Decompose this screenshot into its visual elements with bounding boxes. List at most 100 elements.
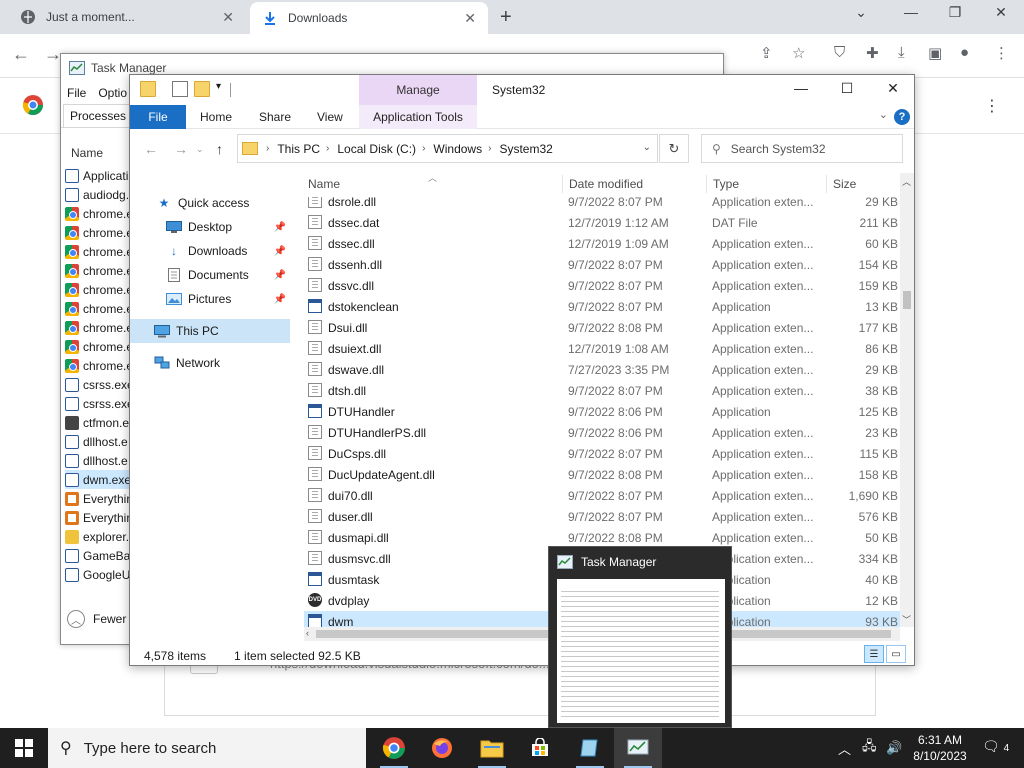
- minimize-button[interactable]: —: [896, 4, 926, 20]
- process-row[interactable]: ctfmon.e: [65, 413, 135, 432]
- nav-item-this-pc[interactable]: This PC: [130, 319, 290, 343]
- ribbon-tab-application-tools[interactable]: Application Tools: [359, 105, 477, 129]
- process-row[interactable]: chrome.e: [65, 337, 135, 356]
- menu-options[interactable]: Optio: [98, 86, 127, 100]
- column-name[interactable]: Name: [308, 177, 340, 191]
- address-bar[interactable]: › This PC › Local Disk (C:) › Windows › …: [237, 134, 658, 163]
- back-icon[interactable]: ←: [144, 141, 158, 157]
- pin-icon[interactable]: 📌: [274, 270, 286, 281]
- taskbar-search-input[interactable]: ⚲ Type here to search: [48, 728, 366, 768]
- taskbar-chrome[interactable]: [370, 728, 418, 768]
- network-icon[interactable]: 🖧: [862, 728, 877, 768]
- process-row[interactable]: chrome.e: [65, 261, 135, 280]
- file-row[interactable]: dstokenclean 9/7/2022 8:07 PM Application 1…: [304, 296, 900, 317]
- close-button[interactable]: ✕: [878, 80, 908, 97]
- file-row[interactable]: DucUpdateAgent.dll 9/7/2022 8:08 PM Applic…: [304, 464, 900, 485]
- notification-center[interactable]: 🗨 4: [982, 738, 1009, 755]
- chevron-down-icon[interactable]: ⌄: [643, 142, 651, 153]
- process-row[interactable]: Everythir: [65, 489, 135, 508]
- breadcrumb-local-disk[interactable]: Local Disk (C:): [337, 142, 416, 156]
- chevron-right-icon[interactable]: ›: [422, 143, 425, 154]
- browser-tab-just-a-moment[interactable]: Just a moment... ✕: [8, 0, 246, 34]
- menu-icon[interactable]: ⋮: [994, 44, 1009, 62]
- extensions-icon[interactable]: ✚: [866, 44, 879, 62]
- process-row[interactable]: chrome.e: [65, 299, 135, 318]
- file-row[interactable]: dssec.dat 12/7/2019 1:12 AM DAT File 211 KB: [304, 212, 900, 233]
- search-input[interactable]: ⚲ Search System32: [701, 134, 903, 163]
- show-hidden-icons[interactable]: ︿: [838, 728, 851, 768]
- details-view-icon[interactable]: ☰: [864, 645, 884, 663]
- tab-processes[interactable]: Processes: [63, 104, 134, 127]
- file-row[interactable]: dssec.dll 12/7/2019 1:09 AM Application ex…: [304, 233, 900, 254]
- scrollbar-thumb[interactable]: [903, 291, 911, 309]
- properties-icon[interactable]: [172, 81, 188, 97]
- large-icons-view-icon[interactable]: ▭: [886, 645, 906, 663]
- file-row[interactable]: DTUHandler 9/7/2022 8:06 PM Application 125…: [304, 401, 900, 422]
- close-tab-icon[interactable]: ✕: [222, 9, 234, 26]
- expand-ribbon-icon[interactable]: ⌄: [879, 108, 888, 121]
- file-row[interactable]: dssenh.dll 9/7/2022 8:07 PM Application ex…: [304, 254, 900, 275]
- nav-item-downloads[interactable]: ↓ Downloads 📌: [130, 239, 290, 263]
- process-row[interactable]: dwm.exe: [65, 470, 135, 489]
- file-row[interactable]: dssvc.dll 9/7/2022 8:07 PM Application ext…: [304, 275, 900, 296]
- column-divider[interactable]: [706, 175, 707, 193]
- file-row[interactable]: dsuiext.dll 12/7/2019 1:08 AM Application …: [304, 338, 900, 359]
- process-row[interactable]: dllhost.e: [65, 451, 135, 470]
- column-header-name[interactable]: Name: [71, 146, 103, 160]
- process-row[interactable]: GameBar: [65, 546, 135, 565]
- browser-tab-downloads[interactable]: Downloads ✕: [250, 2, 488, 34]
- vertical-scrollbar[interactable]: ︿ ﹀: [900, 173, 914, 627]
- nav-item-quick-access[interactable]: ★ Quick access: [130, 191, 290, 215]
- more-actions-icon[interactable]: ⋮: [984, 96, 1000, 116]
- chevron-right-icon[interactable]: ›: [488, 143, 491, 154]
- taskbar-store[interactable]: [516, 728, 564, 768]
- ribbon-tab-file[interactable]: File: [130, 105, 186, 129]
- file-row[interactable]: dui70.dll 9/7/2022 8:07 PM Application ext…: [304, 485, 900, 506]
- process-row[interactable]: chrome.e: [65, 242, 135, 261]
- start-button[interactable]: [0, 728, 48, 768]
- file-row[interactable]: DTUHandlerPS.dll 9/7/2022 8:06 PM Applicat…: [304, 422, 900, 443]
- back-icon[interactable]: ←: [12, 44, 30, 65]
- process-row[interactable]: explorer.: [65, 527, 135, 546]
- new-tab-button[interactable]: +: [500, 6, 512, 29]
- task-manager-preview[interactable]: Task Manager: [548, 546, 732, 728]
- file-row[interactable]: dsrole.dll 9/7/2022 8:07 PM Application ex…: [304, 197, 900, 212]
- volume-icon[interactable]: 🔊: [886, 728, 902, 768]
- pin-icon[interactable]: 📌: [274, 222, 286, 233]
- ribbon-tab-share[interactable]: Share: [249, 105, 301, 129]
- file-row[interactable]: Dsui.dll 9/7/2022 8:08 PM Application exte…: [304, 317, 900, 338]
- ribbon-tab-view[interactable]: View: [307, 105, 353, 129]
- taskbar-firefox[interactable]: [418, 728, 466, 768]
- forward-icon[interactable]: →: [174, 141, 188, 157]
- menu-file[interactable]: File: [67, 86, 86, 100]
- restore-button[interactable]: ❐: [940, 4, 970, 21]
- maximize-button[interactable]: ☐: [832, 80, 862, 97]
- scroll-down-icon[interactable]: ﹀: [902, 613, 911, 626]
- process-row[interactable]: audiodg.: [65, 185, 135, 204]
- column-date-modified[interactable]: Date modified: [569, 177, 643, 191]
- breadcrumb-windows[interactable]: Windows: [433, 142, 482, 156]
- column-divider[interactable]: [562, 175, 563, 193]
- scroll-up-icon[interactable]: ︿: [902, 175, 911, 188]
- sidepanel-icon[interactable]: ▣: [928, 44, 942, 62]
- help-icon[interactable]: ?: [894, 109, 910, 125]
- chevron-right-icon[interactable]: ›: [326, 143, 329, 154]
- pin-icon[interactable]: 📌: [274, 246, 286, 257]
- taskbar-file-explorer[interactable]: [468, 728, 516, 768]
- file-row[interactable]: duser.dll 9/7/2022 8:07 PM Application ext…: [304, 506, 900, 527]
- process-row[interactable]: chrome.e: [65, 356, 135, 375]
- profile-icon[interactable]: ●: [960, 44, 969, 61]
- chevron-down-icon[interactable]: ⌄: [846, 4, 876, 21]
- up-icon[interactable]: ↑: [216, 141, 223, 157]
- minimize-button[interactable]: —: [786, 80, 816, 96]
- pin-icon[interactable]: 📌: [274, 294, 286, 305]
- process-row[interactable]: csrss.exe: [65, 375, 135, 394]
- process-row[interactable]: chrome.e: [65, 223, 135, 242]
- recent-locations-icon[interactable]: ⌄: [196, 144, 204, 155]
- taskbar-task-manager[interactable]: [614, 728, 662, 768]
- new-folder-icon[interactable]: [194, 81, 210, 97]
- process-row[interactable]: chrome.e: [65, 318, 135, 337]
- process-row[interactable]: dllhost.e: [65, 432, 135, 451]
- file-row[interactable]: DuCsps.dll 9/7/2022 8:07 PM Application ex…: [304, 443, 900, 464]
- process-row[interactable]: csrss.exe: [65, 394, 135, 413]
